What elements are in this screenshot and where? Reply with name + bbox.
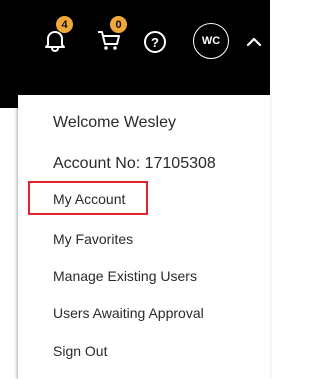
menu-item-sign-out[interactable]: Sign Out xyxy=(53,343,107,359)
question-circle-icon: ? xyxy=(151,34,159,50)
welcome-text: Welcome Wesley xyxy=(53,114,176,131)
user-avatar-button[interactable]: WC xyxy=(193,23,229,59)
avatar-initials: WC xyxy=(201,35,221,47)
chevron-up-icon[interactable] xyxy=(244,32,264,52)
menu-item-manage-existing-users[interactable]: Manage Existing Users xyxy=(53,268,197,284)
account-number: Account No: 17105308 xyxy=(53,155,216,172)
account-dropdown-menu: Welcome Wesley Account No: 17105308 My A… xyxy=(18,95,270,379)
menu-item-users-awaiting-approval[interactable]: Users Awaiting Approval xyxy=(53,305,204,321)
notifications-count-badge: 4 xyxy=(56,16,73,33)
cart-count-badge: 0 xyxy=(110,16,127,33)
menu-item-my-account[interactable]: My Account xyxy=(53,191,125,207)
cart-button[interactable]: 0 xyxy=(87,16,131,62)
help-button[interactable]: ? xyxy=(144,31,166,53)
menu-item-my-favorites[interactable]: My Favorites xyxy=(53,231,133,247)
notifications-button[interactable]: 4 xyxy=(33,16,77,62)
top-nav-bar: 4 0 ? WC xyxy=(0,0,270,80)
